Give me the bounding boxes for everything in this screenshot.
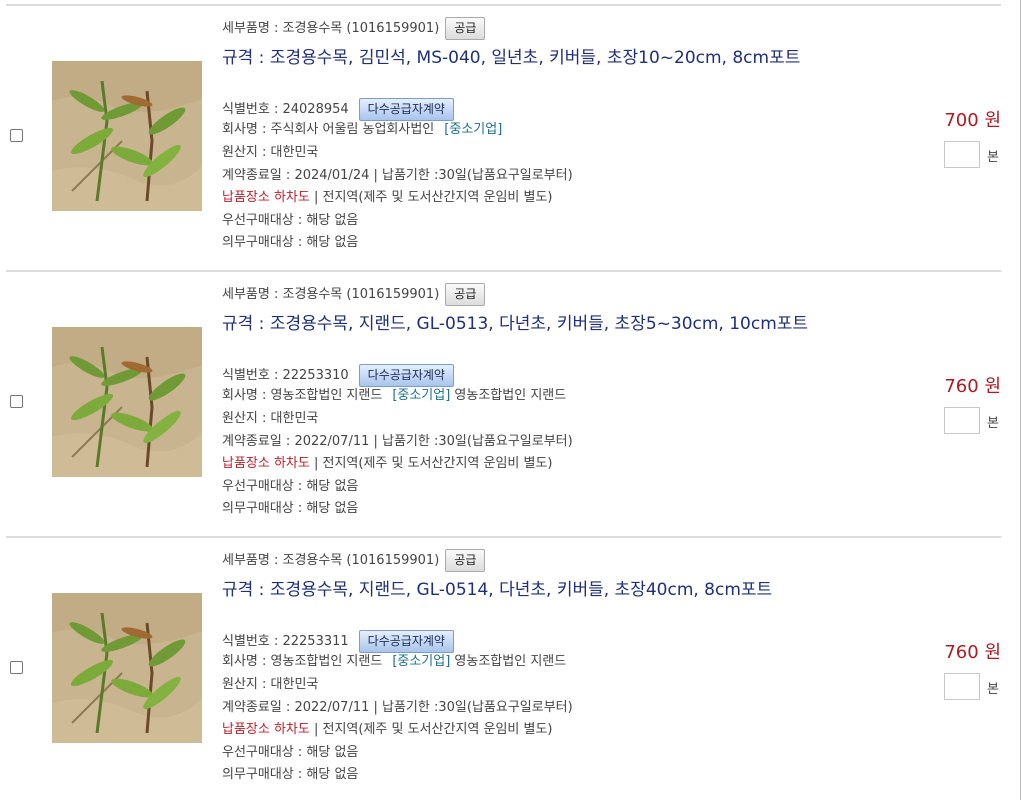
origin-country: 원산지 : 대한민국 [222,145,319,160]
detail-name-label: 세부품명 : 조경용수목 (1016159901) [222,21,440,36]
row-divider [6,4,1001,6]
plant-photo-image [52,593,202,743]
preferred-purchase: 우선구매대상 : 해당 없음 [222,479,359,494]
delivery-region: | 전지역(제주 및 도서산간지역 운임비 별도) [309,456,553,471]
origin-country: 원산지 : 대한민국 [222,411,319,426]
select-checkbox[interactable] [10,129,23,142]
product-thumbnail[interactable] [52,593,202,743]
identification-number: 식별번호 : 24028954 [222,102,349,117]
company-extra: 영농조합법인 지랜드 [450,388,567,403]
delivery-region: | 전지역(제주 및 도서산간지역 운임비 별도) [309,190,553,205]
quantity-input[interactable] [944,141,980,168]
spec-title-link[interactable]: 규격 : 조경용수목, 김민석, MS-040, 일년초, 키버들, 초장10~… [222,46,832,71]
supply-button[interactable]: 공급 [445,283,486,306]
product-row: 세부품명 : 조경용수목 (1016159901) 공급 규격 : 조경용수목, … [0,270,1021,536]
company-name: 회사명 : 주식회사 어울림 농업회사법인 [222,122,435,137]
select-checkbox[interactable] [10,395,23,408]
delivery-place-label: 납품장소 하차도 [222,456,310,471]
origin-country: 원산지 : 대한민국 [222,677,319,692]
quantity-input[interactable] [944,407,980,434]
product-thumbnail[interactable] [52,61,202,211]
quantity-input[interactable] [944,673,980,700]
delivery-region: | 전지역(제주 및 도서산간지역 운임비 별도) [309,722,553,737]
plant-photo-image [52,61,202,211]
unit-price: 700 원 [944,110,1001,131]
contract-info: 계약종료일 : 2022/07/11 | 납품기한 :30일(납품요구일로부터) [222,434,573,449]
supply-button[interactable]: 공급 [445,17,486,40]
unit-price: 760 원 [944,642,1001,663]
delivery-place-label: 납품장소 하차도 [222,190,310,205]
unit-price: 760 원 [944,376,1001,397]
unit-label: 본 [987,682,999,697]
preferred-purchase: 우선구매대상 : 해당 없음 [222,213,359,228]
company-extra: 영농조합법인 지랜드 [450,654,567,669]
detail-name-label: 세부품명 : 조경용수목 (1016159901) [222,287,440,302]
mandatory-purchase: 의무구매대상 : 해당 없음 [222,767,359,782]
spec-title-link[interactable]: 규격 : 조경용수목, 지랜드, GL-0513, 다년초, 키버들, 초장5~… [222,312,832,337]
company-name: 회사명 : 영농조합법인 지랜드 [222,654,383,669]
plant-photo-image [52,327,202,477]
multi-supplier-contract-button[interactable]: 다수공급자계약 [358,364,454,387]
mandatory-purchase: 의무구매대상 : 해당 없음 [222,235,359,250]
detail-name-label: 세부품명 : 조경용수목 (1016159901) [222,553,440,568]
identification-number: 식별번호 : 22253310 [222,368,349,383]
multi-supplier-contract-button[interactable]: 다수공급자계약 [358,630,454,653]
spec-title-link[interactable]: 규격 : 조경용수목, 지랜드, GL-0514, 다년초, 키버들, 초장40… [222,578,832,603]
multi-supplier-contract-button[interactable]: 다수공급자계약 [358,98,454,121]
row-divider [6,536,1001,538]
company-name: 회사명 : 영농조합법인 지랜드 [222,388,383,403]
mandatory-purchase: 의무구매대상 : 해당 없음 [222,501,359,516]
contract-info: 계약종료일 : 2022/07/11 | 납품기한 :30일(납품요구일로부터) [222,700,573,715]
product-thumbnail[interactable] [52,327,202,477]
row-divider [6,270,1001,272]
contract-info: 계약종료일 : 2024/01/24 | 납품기한 :30일(납품요구일로부터) [222,168,573,183]
unit-label: 본 [987,150,999,165]
product-row: 세부품명 : 조경용수목 (1016159901) 공급 규격 : 조경용수목, … [0,536,1021,802]
sme-tag: [중소기업] [392,388,451,403]
preferred-purchase: 우선구매대상 : 해당 없음 [222,745,359,760]
sme-tag: [중소기업] [392,654,451,669]
unit-label: 본 [987,416,999,431]
select-checkbox[interactable] [10,661,23,674]
product-row: 세부품명 : 조경용수목 (1016159901) 공급 규격 : 조경용수목, … [0,4,1021,270]
delivery-place-label: 납품장소 하차도 [222,722,310,737]
supply-button[interactable]: 공급 [445,549,486,572]
sme-tag: [중소기업] [444,122,503,137]
identification-number: 식별번호 : 22253311 [222,634,349,649]
